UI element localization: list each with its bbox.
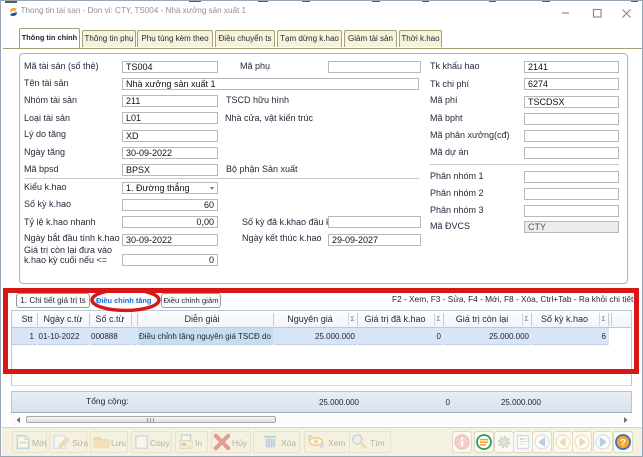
svg-text:?: ?: [620, 438, 626, 449]
